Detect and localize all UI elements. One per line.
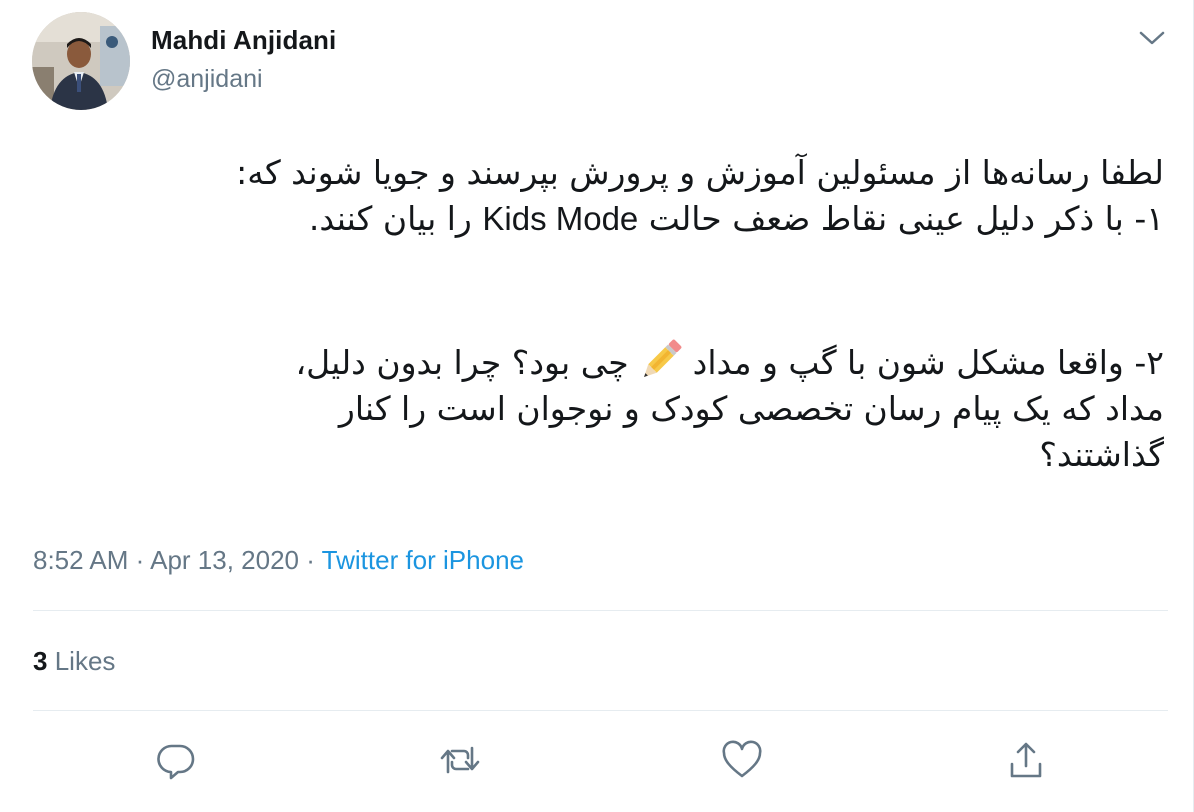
- avatar-image: [32, 12, 130, 110]
- reply-icon[interactable]: [154, 738, 198, 782]
- tweet-line: مداد که یک پیام رسان تخصصی کودک و نوجوان…: [338, 389, 1164, 428]
- meta-separator: ·: [135, 545, 145, 575]
- meta-separator: ·: [306, 545, 315, 575]
- tweet-source-link[interactable]: Twitter for iPhone: [322, 545, 524, 575]
- divider: [33, 710, 1168, 711]
- tweet-segment: را بیان کنند.: [308, 199, 472, 238]
- tweet-line: گذاشتند؟: [1039, 435, 1164, 474]
- tweet-date[interactable]: Apr 13, 2020: [150, 545, 299, 575]
- tweet-meta: 8:52 AM · Apr 13, 2020 · Twitter for iPh…: [33, 545, 524, 576]
- pencil-icon: [635, 334, 687, 386]
- share-icon[interactable]: [1004, 738, 1048, 782]
- like-icon[interactable]: [720, 738, 764, 782]
- tweet-segment: ۲- واقعا مشکل شون با گپ و مداد: [692, 343, 1164, 382]
- tweet-segment-latin: Kids Mode: [482, 200, 639, 237]
- retweet-icon[interactable]: [438, 738, 482, 782]
- tweet-text: لطفا رسانه‌ها از مسئولین آموزش و پرورش ب…: [44, 150, 1164, 478]
- divider: [33, 610, 1168, 611]
- avatar[interactable]: [32, 12, 130, 110]
- tweet-time[interactable]: 8:52 AM: [33, 545, 128, 575]
- tweet-line: لطفا رسانه‌ها از مسئولین آموزش و پرورش ب…: [236, 153, 1164, 192]
- chevron-down-icon[interactable]: [1138, 26, 1166, 50]
- likes-number: 3: [33, 646, 48, 676]
- tweet-segment: ۱- با ذکر دلیل عینی نقاط ضعف حالت: [648, 199, 1164, 238]
- likes-label: Likes: [54, 646, 116, 676]
- likes-count[interactable]: 3 Likes: [33, 646, 115, 677]
- author-name[interactable]: Mahdi Anjidani: [151, 25, 336, 56]
- tweet-line: ۲- واقعا مشکل شون با گپ و مداد چی بود؟ چ…: [44, 334, 1164, 386]
- tweet-segment: چی بود؟ چرا بدون دلیل،: [295, 343, 629, 382]
- author-handle[interactable]: @anjidani: [151, 65, 263, 94]
- tweet-line: ۱- با ذکر دلیل عینی نقاط ضعف حالت Kids M…: [44, 196, 1164, 242]
- tweet-card: Mahdi Anjidani @anjidani لطفا رسانه‌ها ا…: [0, 0, 1194, 812]
